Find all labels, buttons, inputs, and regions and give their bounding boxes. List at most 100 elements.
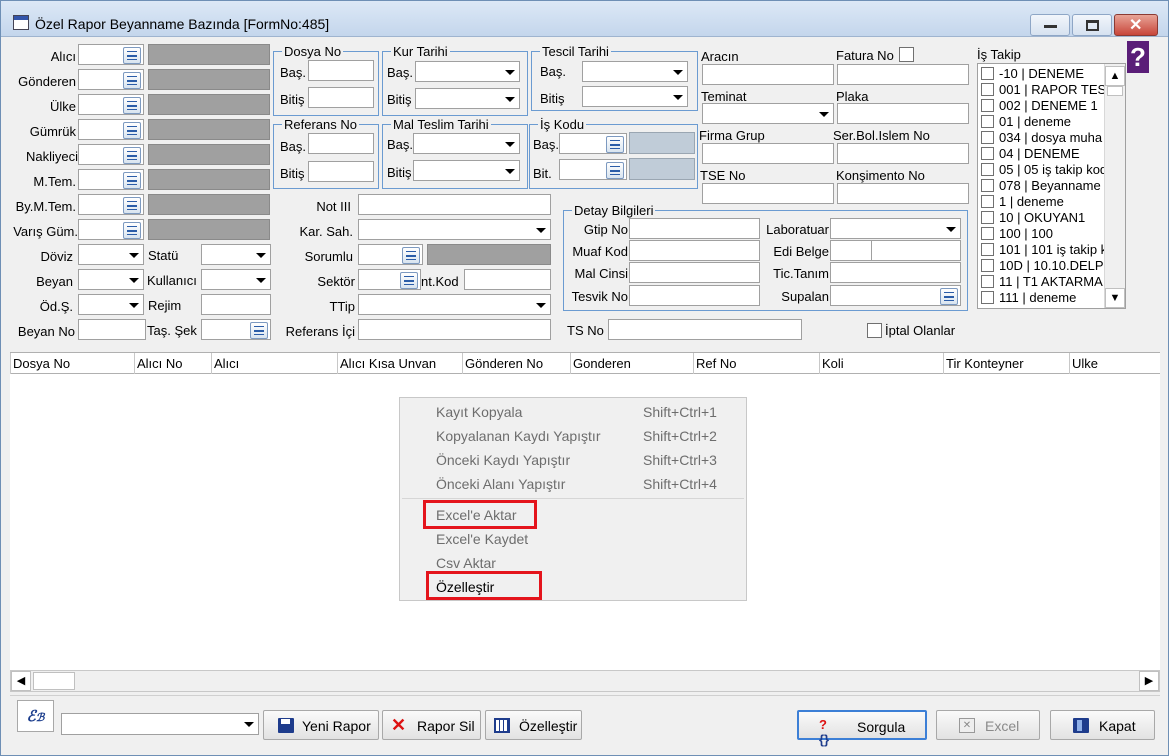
gtip-field[interactable]	[629, 218, 760, 239]
column-separator[interactable]	[10, 353, 11, 374]
alici-field[interactable]	[78, 44, 144, 65]
plaka-field[interactable]	[837, 103, 969, 124]
is-kodu-from[interactable]	[559, 133, 627, 154]
checkbox[interactable]	[981, 99, 994, 112]
column-header[interactable]: Ref No	[696, 356, 736, 371]
menu-item[interactable]: Kopyalanan Kaydı Yapıştır	[436, 428, 600, 444]
column-separator[interactable]	[943, 353, 944, 374]
column-header[interactable]: Ulke	[1072, 356, 1098, 371]
checkbox[interactable]	[981, 115, 994, 128]
konsimento-field[interactable]	[837, 183, 969, 204]
column-separator[interactable]	[570, 353, 571, 374]
dosya-no-from[interactable]	[308, 60, 374, 81]
beyan-combo[interactable]	[78, 269, 144, 290]
column-separator[interactable]	[693, 353, 694, 374]
gonderen-field[interactable]	[78, 69, 144, 90]
horizontal-scrollbar[interactable]: ◀ ▶	[10, 670, 1160, 692]
kur-tarihi-to[interactable]	[415, 88, 520, 109]
column-header[interactable]: Gönderen No	[465, 356, 543, 371]
referans-ici-field[interactable]	[358, 319, 551, 340]
checkbox[interactable]	[981, 275, 994, 288]
column-header[interactable]: Tir Konteyner	[946, 356, 1024, 371]
is-takip-item[interactable]: 11 | T1 AKTARMA	[981, 274, 1104, 290]
lookup-icon[interactable]	[606, 162, 624, 179]
lookup-icon[interactable]	[123, 197, 141, 214]
referans-no-from[interactable]	[308, 133, 374, 154]
dosya-no-to[interactable]	[308, 87, 374, 108]
lookup-icon[interactable]	[250, 322, 268, 339]
edi-field-1[interactable]	[830, 240, 872, 261]
sektor-field[interactable]	[358, 269, 421, 290]
column-header[interactable]: Koli	[822, 356, 844, 371]
ts-no-field[interactable]	[608, 319, 802, 340]
sorgula-button[interactable]: ?{} Sorgula	[797, 710, 927, 747]
ulke-field[interactable]	[78, 94, 144, 115]
edi-field-2[interactable]	[871, 240, 961, 261]
column-separator[interactable]	[1069, 353, 1070, 374]
is-takip-item[interactable]: -10 | DENEME	[981, 66, 1104, 82]
checkbox[interactable]	[981, 211, 994, 224]
is-takip-item[interactable]: 10D | 10.10.DELPH	[981, 258, 1113, 274]
fatura-no-field[interactable]	[837, 64, 969, 85]
is-takip-item[interactable]: 01 | deneme	[981, 114, 1104, 130]
column-header[interactable]: Gonderen	[573, 356, 631, 371]
lookup-icon[interactable]	[123, 72, 141, 89]
checkbox[interactable]	[981, 259, 994, 272]
help-icon[interactable]: ?	[1127, 41, 1149, 73]
nakliyeci-field[interactable]	[78, 144, 144, 165]
tse-field[interactable]	[702, 183, 834, 204]
yeni-rapor-button[interactable]: Yeni Rapor	[263, 710, 379, 740]
ozellestir-button[interactable]: Özelleştir	[485, 710, 582, 740]
checkbox[interactable]	[981, 291, 994, 304]
ods-combo[interactable]	[78, 294, 144, 315]
kapat-button[interactable]: Kapat	[1050, 710, 1155, 740]
logo-button[interactable]: ℰℬ	[17, 700, 54, 732]
menu-item[interactable]: Kayıt Kopyala	[436, 404, 522, 420]
is-takip-item[interactable]: 05 | 05 iş takip kod	[981, 162, 1107, 178]
is-takip-item[interactable]: 111 | deneme	[981, 290, 1104, 306]
is-takip-item[interactable]: 100 | 100	[981, 226, 1104, 242]
supalan-field[interactable]	[830, 285, 961, 306]
lookup-icon[interactable]	[940, 288, 958, 305]
lookup-icon[interactable]	[123, 222, 141, 239]
scroll-thumb[interactable]	[33, 672, 75, 690]
checkbox[interactable]	[981, 131, 994, 144]
report-select[interactable]	[61, 713, 259, 735]
ttip-combo[interactable]	[358, 294, 551, 315]
mal-teslim-to[interactable]	[413, 160, 520, 181]
tas-sek-field[interactable]	[201, 319, 271, 340]
fatura-no-checkbox[interactable]	[899, 47, 914, 62]
tescil-tarihi-to[interactable]	[582, 86, 688, 107]
int-kod-field[interactable]	[464, 269, 551, 290]
lab-combo[interactable]	[830, 218, 961, 239]
column-separator[interactable]	[337, 353, 338, 374]
gumruk-field[interactable]	[78, 119, 144, 140]
checkbox[interactable]	[981, 179, 994, 192]
varis-field[interactable]	[78, 219, 144, 240]
rejim-field[interactable]	[201, 294, 271, 315]
column-separator[interactable]	[819, 353, 820, 374]
doviz-combo[interactable]	[78, 244, 144, 265]
lookup-icon[interactable]	[402, 247, 420, 264]
ser-bol-field[interactable]	[837, 143, 969, 164]
statu-combo[interactable]	[201, 244, 271, 265]
teminat-combo[interactable]	[702, 103, 834, 124]
is-takip-item[interactable]: 1 | deneme	[981, 194, 1104, 210]
column-header[interactable]: Dosya No	[13, 356, 70, 371]
checkbox[interactable]	[981, 243, 994, 256]
minimize-button[interactable]	[1030, 14, 1070, 36]
lookup-icon[interactable]	[400, 272, 418, 289]
tescil-tarihi-from[interactable]	[582, 61, 688, 82]
lookup-icon[interactable]	[123, 97, 141, 114]
muaf-field[interactable]	[629, 240, 760, 261]
referans-no-to[interactable]	[308, 161, 374, 182]
scroll-up-button[interactable]: ▲	[1105, 66, 1125, 86]
beyan-no-field[interactable]	[78, 319, 146, 340]
column-header[interactable]: Alıcı Kısa Unvan	[340, 356, 436, 371]
kur-tarihi-from[interactable]	[415, 61, 520, 82]
close-button[interactable]: ✕	[1114, 14, 1158, 36]
scroll-right-button[interactable]: ▶	[1139, 671, 1159, 691]
column-separator[interactable]	[211, 353, 212, 374]
list-scrollbar[interactable]: ▲ ▼	[1104, 64, 1125, 308]
column-header[interactable]: Alıcı	[214, 356, 239, 371]
